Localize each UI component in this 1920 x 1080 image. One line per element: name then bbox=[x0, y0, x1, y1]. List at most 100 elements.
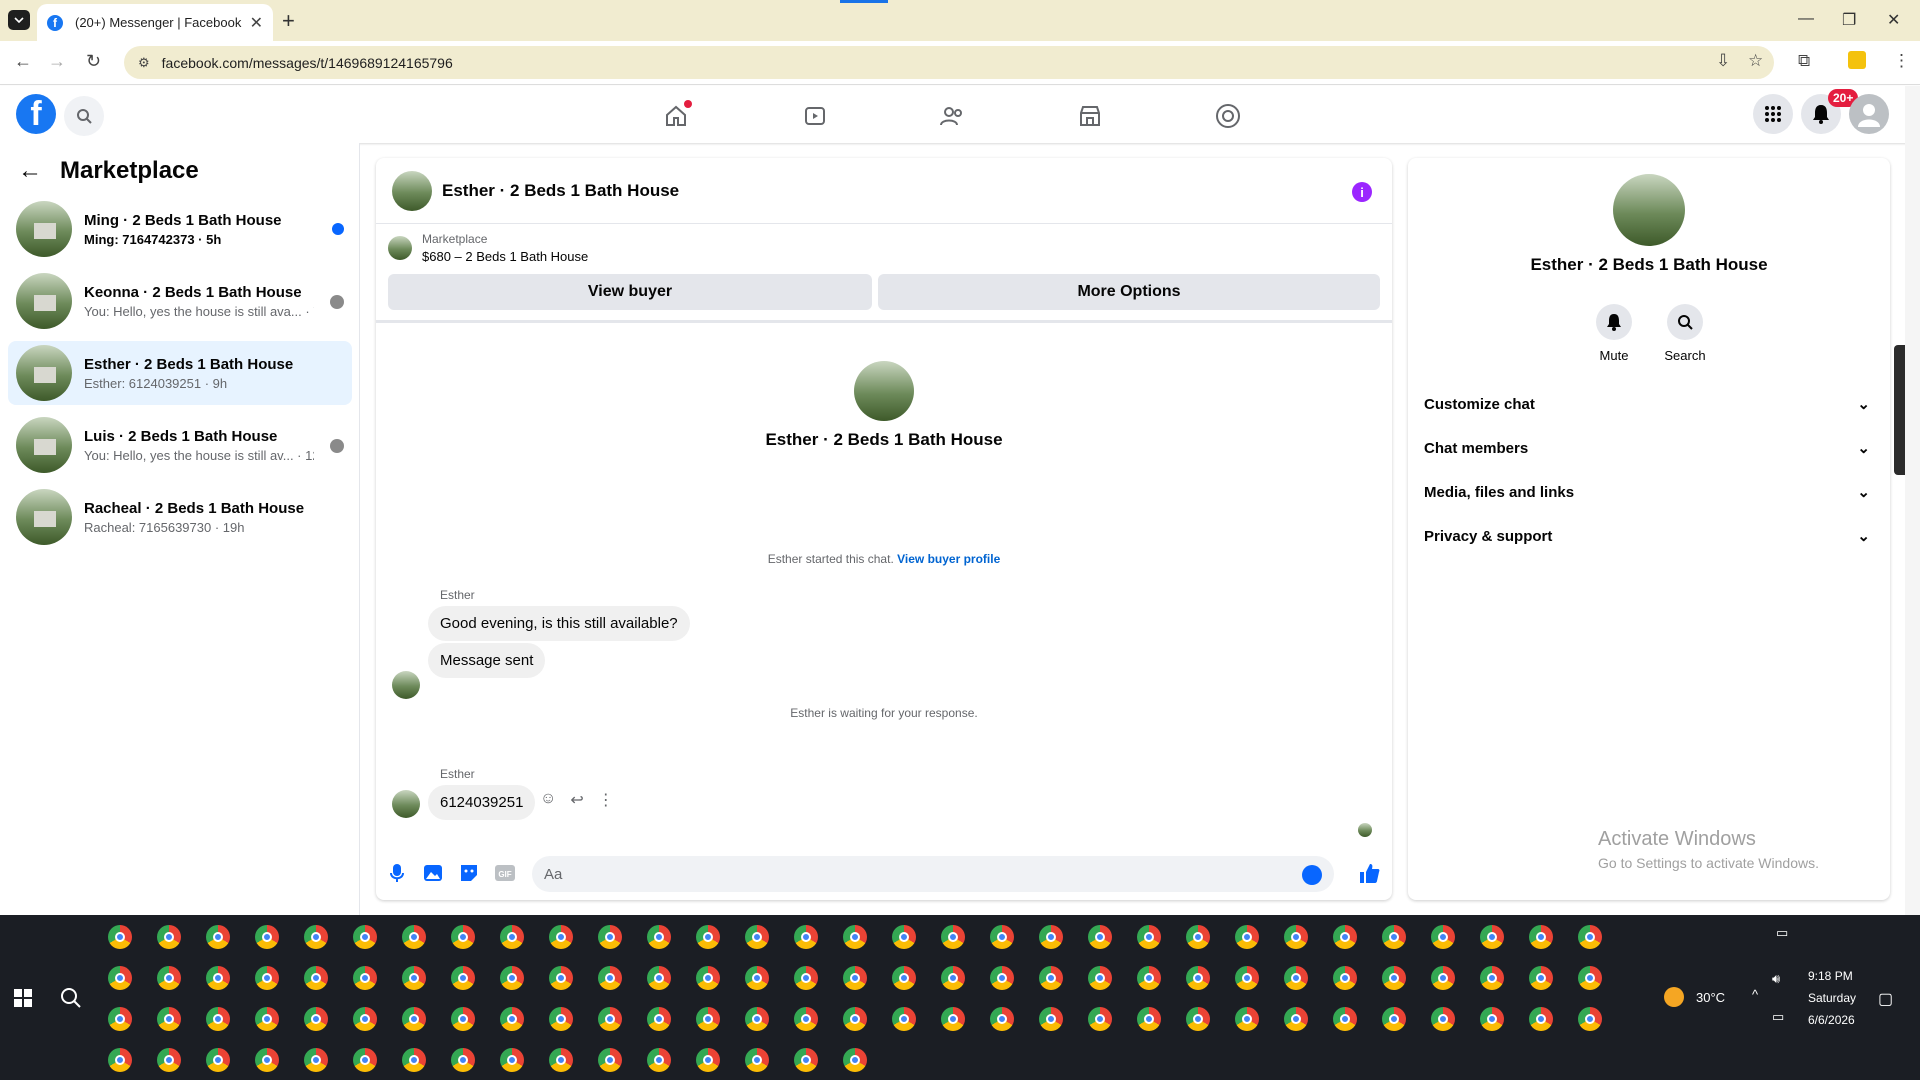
taskbar-chrome-window-icon[interactable] bbox=[353, 1048, 377, 1072]
menu-button[interactable] bbox=[1753, 94, 1793, 134]
taskbar-chrome-window-icon[interactable] bbox=[157, 966, 181, 990]
mute-button[interactable]: Mute bbox=[1579, 304, 1649, 363]
taskbar-chrome-window-icon[interactable] bbox=[843, 925, 867, 949]
taskbar-chrome-window-icon[interactable] bbox=[402, 1007, 426, 1031]
sticker-icon[interactable] bbox=[458, 862, 480, 884]
volume-icon[interactable]: 🔊︎ bbox=[1772, 971, 1780, 987]
taskbar-chrome-window-icon[interactable] bbox=[843, 1048, 867, 1072]
taskbar-chrome-window-icon[interactable] bbox=[1186, 925, 1210, 949]
clock-date[interactable]: 6/6/2026 bbox=[1808, 1013, 1855, 1027]
taskbar-chrome-window-icon[interactable] bbox=[304, 925, 328, 949]
conversation-item[interactable]: Luis · 2 Beds 1 Bath House You: Hello, y… bbox=[8, 413, 352, 477]
taskbar-chrome-window-icon[interactable] bbox=[451, 1007, 475, 1031]
start-button[interactable] bbox=[14, 989, 32, 1012]
taskbar-chrome-window-icon[interactable] bbox=[1382, 1007, 1406, 1031]
taskbar-chrome-window-icon[interactable] bbox=[647, 1007, 671, 1031]
taskbar-chrome-window-icon[interactable] bbox=[1578, 1007, 1602, 1031]
search-in-chat-button[interactable]: Search bbox=[1650, 304, 1720, 363]
taskbar-chrome-window-icon[interactable] bbox=[1039, 966, 1063, 990]
taskbar-chrome-window-icon[interactable] bbox=[843, 1007, 867, 1031]
taskbar-chrome-window-icon[interactable] bbox=[1137, 966, 1161, 990]
taskbar-chrome-window-icon[interactable] bbox=[1333, 966, 1357, 990]
reply-icon[interactable]: ↩ bbox=[570, 790, 583, 810]
taskbar-chrome-window-icon[interactable] bbox=[451, 925, 475, 949]
emoji-icon[interactable] bbox=[1302, 865, 1322, 885]
taskbar-chrome-window-icon[interactable] bbox=[598, 925, 622, 949]
taskbar-chrome-window-icon[interactable] bbox=[108, 1048, 132, 1072]
sender-avatar[interactable] bbox=[392, 671, 420, 699]
search-button[interactable] bbox=[64, 96, 104, 136]
taskbar-chrome-window-icon[interactable] bbox=[304, 966, 328, 990]
taskbar-chrome-window-icon[interactable] bbox=[353, 1007, 377, 1031]
taskbar-search-button[interactable] bbox=[60, 987, 82, 1014]
conversation-item[interactable]: Ming · 2 Beds 1 Bath House Ming: 7164742… bbox=[8, 197, 352, 261]
taskbar-chrome-window-icon[interactable] bbox=[500, 925, 524, 949]
taskbar-chrome-window-icon[interactable] bbox=[206, 966, 230, 990]
taskbar-chrome-window-icon[interactable] bbox=[500, 1048, 524, 1072]
taskbar-chrome-window-icon[interactable] bbox=[990, 966, 1014, 990]
taskbar-chrome-window-icon[interactable] bbox=[157, 1007, 181, 1031]
nav-video[interactable] bbox=[785, 96, 845, 136]
taskbar-chrome-window-icon[interactable] bbox=[255, 925, 279, 949]
taskbar-chrome-window-icon[interactable] bbox=[1529, 925, 1553, 949]
taskbar-chrome-window-icon[interactable] bbox=[843, 966, 867, 990]
taskbar-chrome-window-icon[interactable] bbox=[1333, 1007, 1357, 1031]
taskbar-chrome-window-icon[interactable] bbox=[549, 925, 573, 949]
nav-gaming[interactable] bbox=[1198, 96, 1258, 136]
section-privacy-support[interactable]: Privacy & support ⌄ bbox=[1424, 514, 1874, 558]
taskbar-chrome-window-icon[interactable] bbox=[304, 1048, 328, 1072]
chat-avatar[interactable] bbox=[392, 170, 432, 211]
new-tab-button[interactable]: + bbox=[282, 8, 295, 34]
taskbar-chrome-window-icon[interactable] bbox=[402, 966, 426, 990]
taskbar-chrome-window-icon[interactable] bbox=[402, 925, 426, 949]
taskbar-chrome-window-icon[interactable] bbox=[696, 1007, 720, 1031]
taskbar-chrome-window-icon[interactable] bbox=[500, 966, 524, 990]
chat-title[interactable]: Esther · 2 Beds 1 Bath House bbox=[442, 181, 679, 201]
taskbar-chrome-window-icon[interactable] bbox=[941, 925, 965, 949]
taskbar-chrome-window-icon[interactable] bbox=[1137, 1007, 1161, 1031]
react-emoji-icon[interactable]: ☺ bbox=[540, 790, 556, 810]
taskbar-chrome-window-icon[interactable] bbox=[941, 1007, 965, 1031]
taskbar-chrome-window-icon[interactable] bbox=[1431, 925, 1455, 949]
more-actions-icon[interactable]: ⋮ bbox=[598, 790, 614, 810]
taskbar-chrome-window-icon[interactable] bbox=[1284, 925, 1308, 949]
taskbar-chrome-window-icon[interactable] bbox=[696, 966, 720, 990]
taskbar-chrome-window-icon[interactable] bbox=[745, 925, 769, 949]
section-media-files-links[interactable]: Media, files and links ⌄ bbox=[1424, 470, 1874, 514]
taskbar-chrome-window-icon[interactable] bbox=[892, 966, 916, 990]
taskbar-chrome-window-icon[interactable] bbox=[647, 925, 671, 949]
extensions-icon[interactable]: ⧉ bbox=[1798, 51, 1810, 71]
taskbar-chrome-window-icon[interactable] bbox=[745, 1007, 769, 1031]
taskbar-chrome-window-icon[interactable] bbox=[1186, 1007, 1210, 1031]
site-info-icon[interactable]: ⚙ bbox=[138, 55, 150, 71]
taskbar-chrome-window-icon[interactable] bbox=[598, 1048, 622, 1072]
taskbar-chrome-window-icon[interactable] bbox=[1137, 925, 1161, 949]
taskbar-chrome-window-icon[interactable] bbox=[1333, 925, 1357, 949]
restore-button[interactable]: ❐ bbox=[1842, 10, 1856, 30]
taskbar-chrome-window-icon[interactable] bbox=[598, 1007, 622, 1031]
taskbar-chrome-window-icon[interactable] bbox=[990, 1007, 1014, 1031]
taskbar-chrome-window-icon[interactable] bbox=[255, 966, 279, 990]
taskbar-chrome-window-icon[interactable] bbox=[157, 925, 181, 949]
taskbar-chrome-window-icon[interactable] bbox=[647, 966, 671, 990]
taskbar-chrome-window-icon[interactable] bbox=[500, 1007, 524, 1031]
taskbar-chrome-window-icon[interactable] bbox=[794, 925, 818, 949]
address-bar[interactable]: ⚙ facebook.com/messages/t/14696891241657… bbox=[124, 46, 1774, 79]
taskbar-chrome-window-icon[interactable] bbox=[206, 925, 230, 949]
notification-center-icon[interactable]: ▢ bbox=[1878, 989, 1893, 1009]
clock-time[interactable]: 9:18 PM bbox=[1808, 969, 1853, 983]
gif-icon[interactable]: GIF bbox=[494, 862, 516, 884]
browser-tab[interactable]: f (20+) Messenger | Facebook ✕ bbox=[37, 4, 273, 41]
like-icon[interactable] bbox=[1358, 862, 1380, 884]
taskbar-chrome-window-icon[interactable] bbox=[353, 966, 377, 990]
minimize-button[interactable]: — bbox=[1798, 10, 1814, 28]
taskbar-chrome-window-icon[interactable] bbox=[108, 925, 132, 949]
taskbar-chrome-window-icon[interactable] bbox=[157, 1048, 181, 1072]
clock-day[interactable]: Saturday bbox=[1808, 991, 1856, 1005]
taskbar-chrome-window-icon[interactable] bbox=[1431, 1007, 1455, 1031]
show-hidden-icons-icon[interactable]: ^ bbox=[1752, 987, 1758, 1002]
taskbar-chrome-window-icon[interactable] bbox=[1088, 1007, 1112, 1031]
back-button[interactable]: ← bbox=[14, 51, 32, 72]
forward-button[interactable]: → bbox=[48, 51, 66, 72]
taskbar-chrome-window-icon[interactable] bbox=[1529, 966, 1553, 990]
